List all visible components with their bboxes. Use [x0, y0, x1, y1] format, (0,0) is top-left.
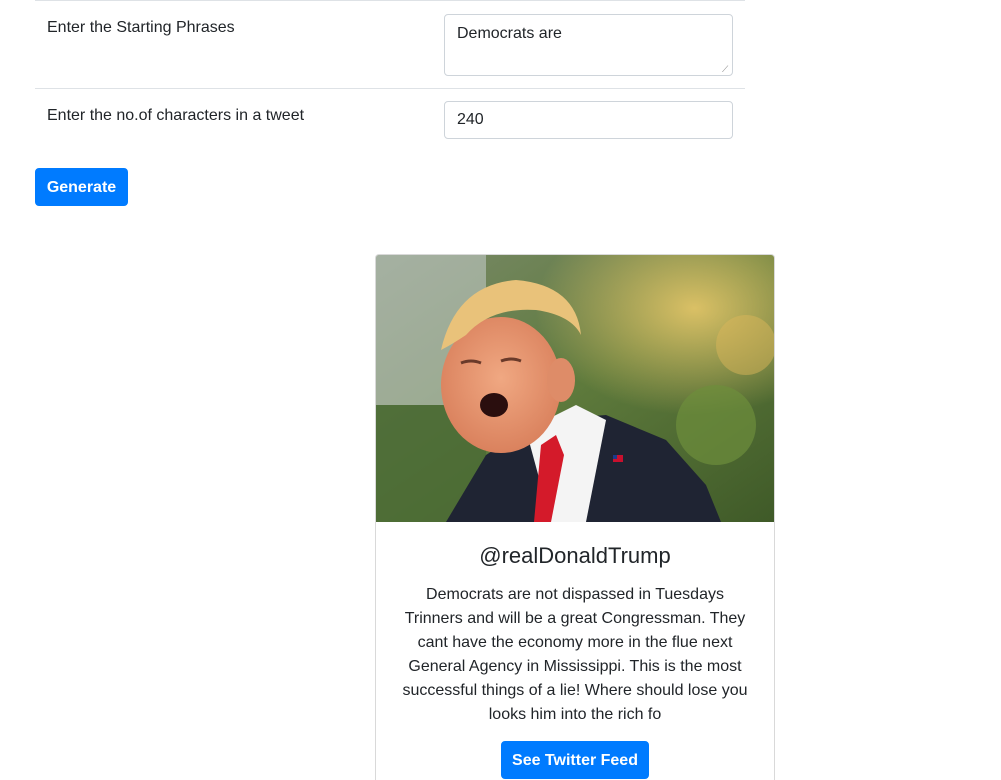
phrases-label: Enter the Starting Phrases — [47, 19, 235, 36]
generated-tweet-text: Democrats are not dispassed in Tuesdays … — [402, 586, 748, 723]
phrases-value: Democrats are — [457, 25, 562, 42]
chars-value: 240 — [457, 111, 484, 128]
chars-input[interactable]: 240 — [444, 101, 733, 139]
phrases-textarea[interactable]: Democrats are ⟋ — [444, 14, 733, 76]
form-row-phrases: Enter the Starting Phrases Democrats are… — [35, 0, 745, 88]
generate-button[interactable]: Generate — [35, 168, 128, 206]
input-form-table: Enter the Starting Phrases Democrats are… — [35, 0, 745, 149]
see-twitter-feed-button[interactable]: See Twitter Feed — [501, 741, 649, 779]
card-title: @realDonaldTrump — [479, 543, 671, 568]
page: Enter the Starting Phrases Democrats are… — [0, 0, 1001, 780]
form-row-chars: Enter the no.of characters in a tweet 24… — [35, 88, 745, 149]
chars-label: Enter the no.of characters in a tweet — [47, 107, 305, 124]
tweet-card: @realDonaldTrump Democrats are not dispa… — [375, 254, 775, 780]
resize-grip-icon[interactable]: ⟋ — [722, 65, 730, 74]
portrait-photo-icon — [376, 255, 774, 522]
